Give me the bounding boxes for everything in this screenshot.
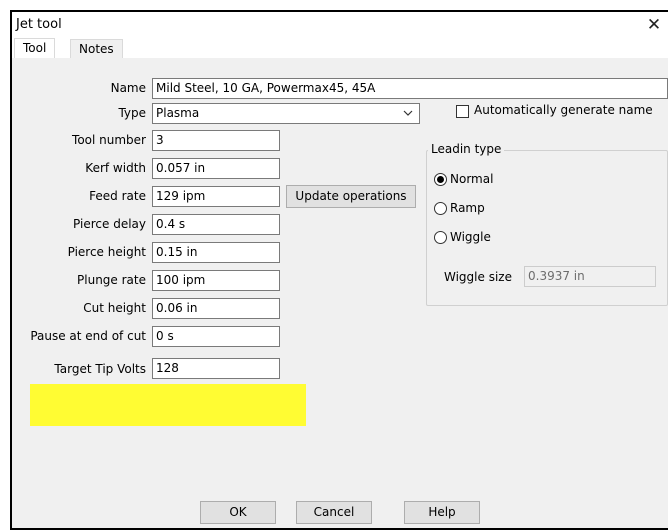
- tab-notes[interactable]: Notes: [70, 39, 123, 58]
- kerf-width-input[interactable]: 0.057 in: [152, 158, 280, 179]
- kerf-width-label: Kerf width: [85, 161, 146, 175]
- wiggle-size-input: 0.3937 in: [524, 266, 656, 287]
- feed-rate-label: Feed rate: [89, 189, 146, 203]
- pierce-height-label: Pierce height: [67, 245, 146, 259]
- target-tip-volts-label: Target Tip Volts: [54, 362, 146, 376]
- ok-button[interactable]: OK: [200, 501, 276, 524]
- jet-tool-dialog: Jet tool ✕ Tool Notes Name Mild Steel, 1…: [10, 10, 668, 530]
- leadin-ramp-option[interactable]: Ramp: [434, 199, 485, 217]
- tool-number-input[interactable]: 3: [152, 130, 280, 151]
- radio-ramp[interactable]: [434, 201, 447, 215]
- plunge-rate-input[interactable]: 100 ipm: [152, 270, 280, 291]
- window-title: Jet tool: [16, 17, 62, 32]
- pierce-height-input[interactable]: 0.15 in: [152, 242, 280, 263]
- update-operations-button[interactable]: Update operations: [286, 185, 416, 208]
- help-button[interactable]: Help: [404, 501, 480, 524]
- close-icon[interactable]: ✕: [640, 12, 668, 38]
- radio-normal[interactable]: [434, 172, 447, 186]
- title-bar: Jet tool ✕: [12, 12, 668, 38]
- type-label: Type: [118, 106, 146, 120]
- feed-rate-input[interactable]: 129 ipm: [152, 186, 280, 207]
- pause-end-label: Pause at end of cut: [30, 329, 146, 343]
- leadin-ramp-label: Ramp: [450, 201, 485, 215]
- target-tip-volts-highlight: [30, 384, 306, 426]
- cut-height-label: Cut height: [83, 301, 146, 315]
- wiggle-size-label: Wiggle size: [444, 270, 512, 284]
- cut-height-input[interactable]: 0.06 in: [152, 298, 280, 319]
- leadin-wiggle-label: Wiggle: [450, 230, 491, 244]
- cancel-button[interactable]: Cancel: [296, 501, 372, 524]
- auto-generate-name-label: Automatically generate name: [474, 103, 653, 117]
- name-label: Name: [110, 81, 146, 95]
- leadin-wiggle-option[interactable]: Wiggle: [434, 228, 491, 246]
- pause-end-input[interactable]: 0 s: [152, 326, 280, 347]
- tool-number-label: Tool number: [72, 133, 146, 147]
- pierce-delay-label: Pierce delay: [73, 217, 146, 231]
- auto-generate-name-checkbox[interactable]: [456, 105, 469, 118]
- target-tip-volts-input[interactable]: 128: [152, 358, 280, 379]
- radio-wiggle[interactable]: [434, 230, 447, 244]
- tool-panel: Name Mild Steel, 10 GA, Powermax45, 45A …: [12, 58, 668, 528]
- type-select[interactable]: Plasma: [152, 103, 420, 124]
- type-value: Plasma: [156, 106, 200, 120]
- name-input[interactable]: Mild Steel, 10 GA, Powermax45, 45A: [152, 78, 668, 99]
- leadin-normal-option[interactable]: Normal: [434, 170, 493, 188]
- pierce-delay-input[interactable]: 0.4 s: [152, 214, 280, 235]
- plunge-rate-label: Plunge rate: [77, 273, 146, 287]
- chevron-down-icon: [403, 110, 413, 116]
- leadin-type-title: Leadin type: [428, 142, 505, 156]
- tab-tool[interactable]: Tool: [14, 38, 56, 60]
- leadin-normal-label: Normal: [450, 172, 494, 186]
- tab-bar: Tool Notes: [12, 38, 668, 60]
